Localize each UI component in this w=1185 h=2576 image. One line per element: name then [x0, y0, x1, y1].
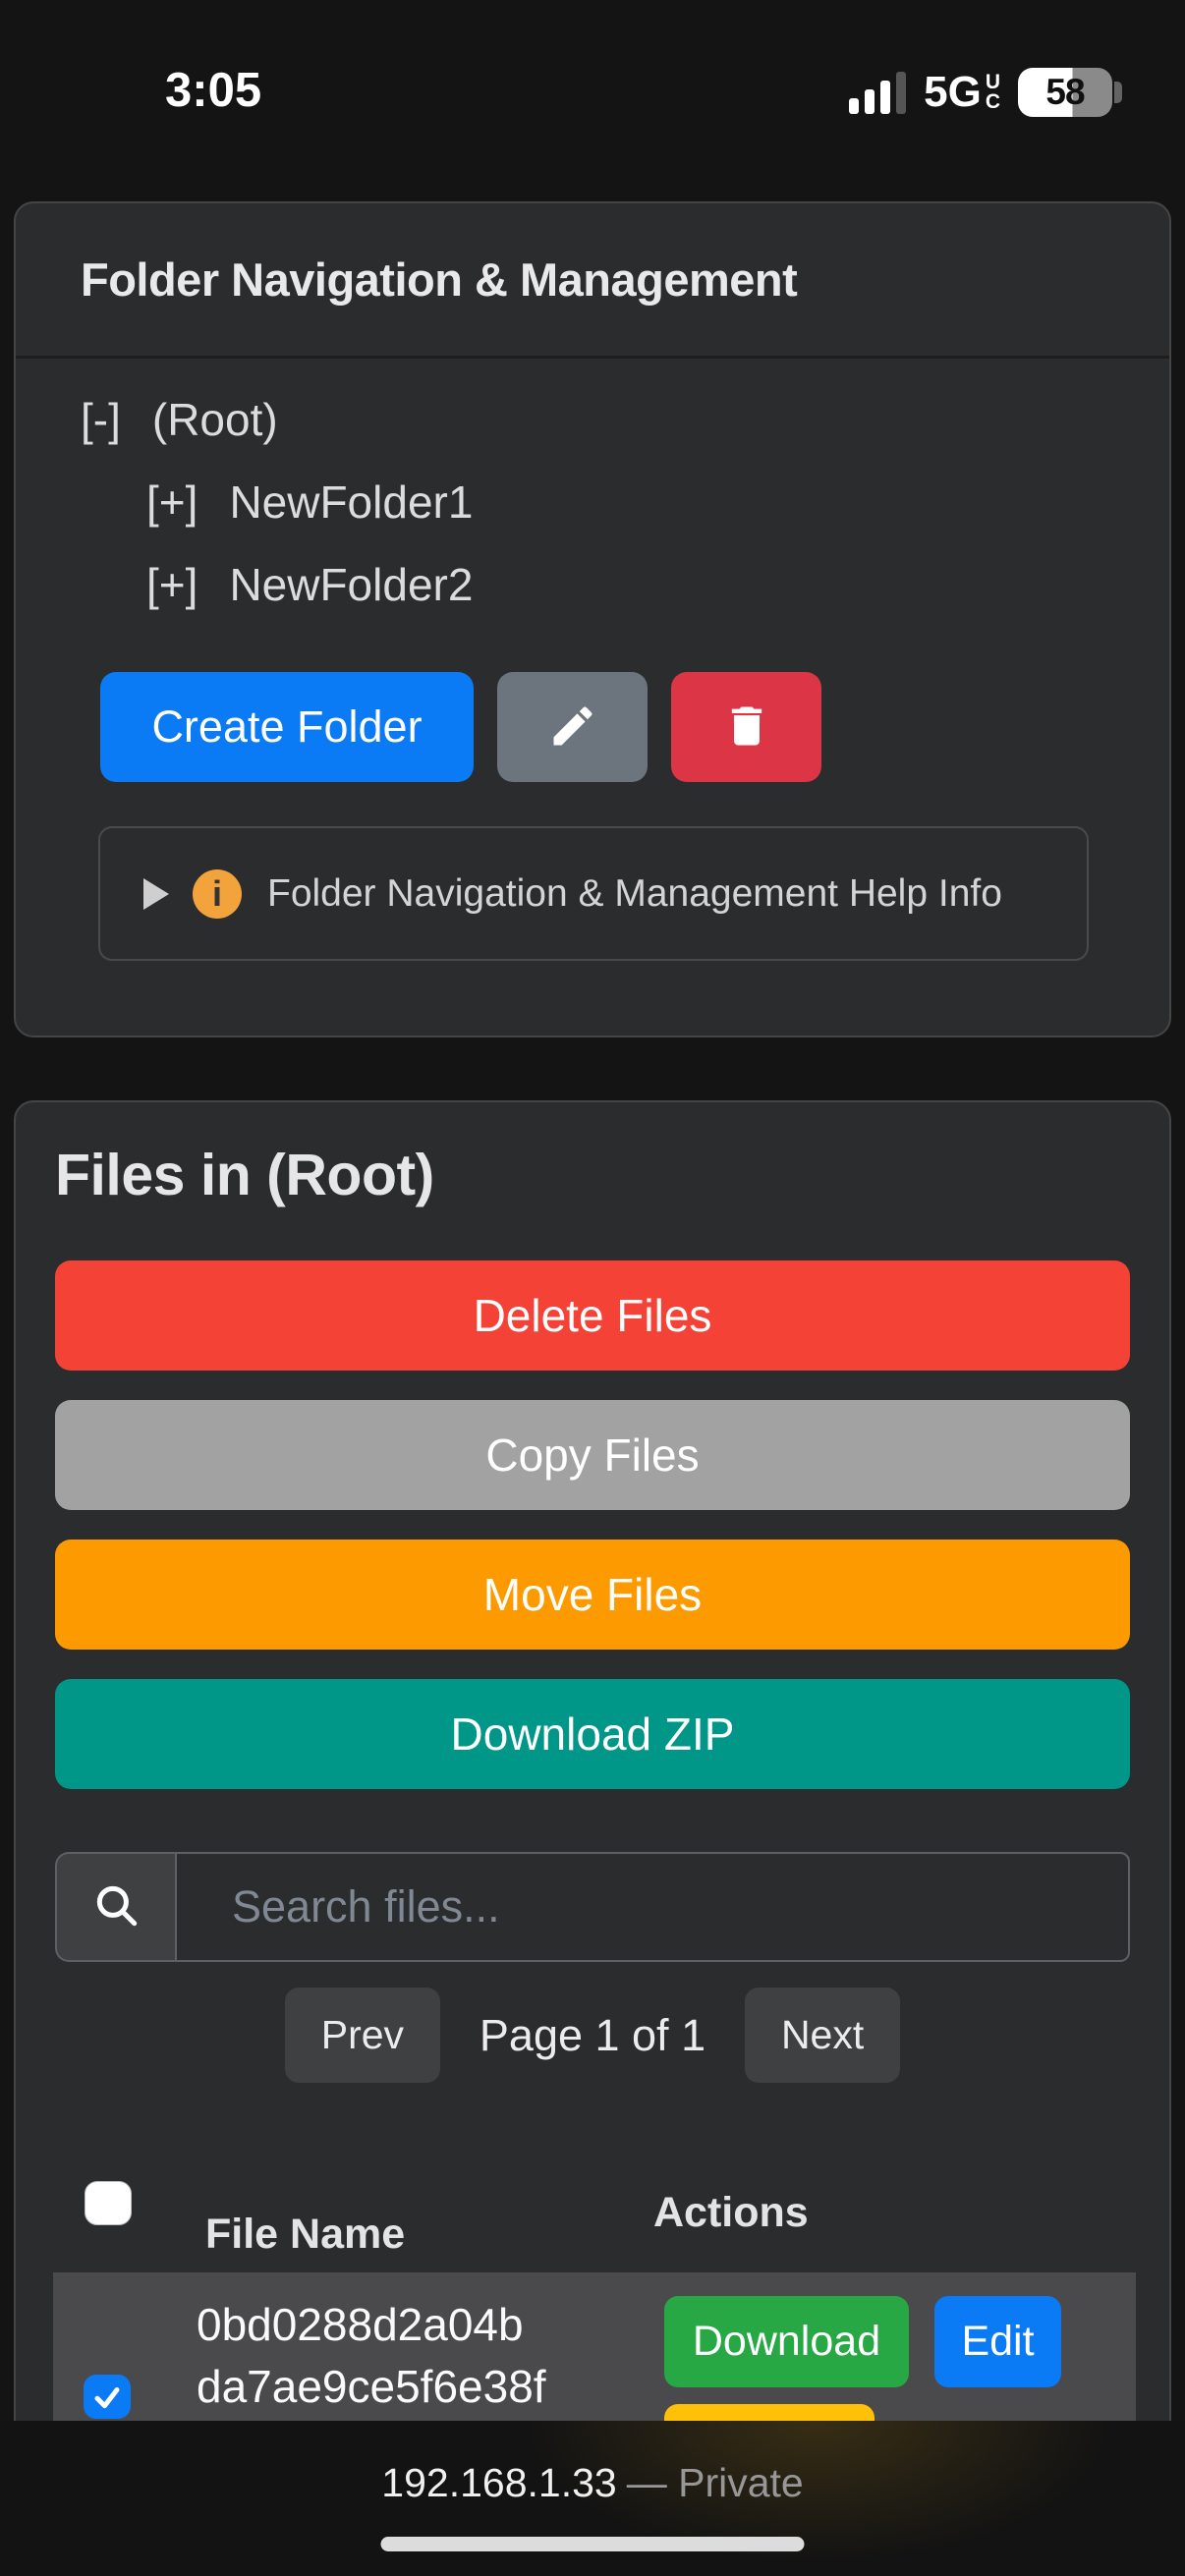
tree-item-newfolder1[interactable]: [+] NewFolder1	[146, 471, 1104, 533]
files-card: Files in (Root) Delete Files Copy Files …	[14, 1100, 1171, 2421]
browser-toolbar: 192.168.1.33— Private	[0, 2421, 1185, 2576]
network-type: 5G U C	[924, 68, 1000, 117]
tree-label-newfolder1[interactable]: NewFolder1	[229, 476, 473, 528]
network-uc-badge: U C	[986, 73, 1000, 112]
prev-page-button[interactable]: Prev	[285, 1988, 440, 2083]
table-row: 0bd0288d2a04b da7ae9ce5f6e38f Download E…	[53, 2272, 1136, 2421]
page-viewport: 3:05 5G U C 58 Folder Navigation	[0, 0, 1185, 2421]
column-header-file-name: File Name	[205, 2211, 405, 2259]
download-zip-button[interactable]: Download ZIP	[55, 1679, 1130, 1789]
tree-toggle-newfolder1[interactable]: [+]	[146, 476, 198, 528]
cellular-signal-icon	[849, 72, 906, 114]
delete-files-button[interactable]: Delete Files	[55, 1260, 1130, 1371]
tree-toggle-root[interactable]: [-]	[81, 394, 121, 445]
address-bar[interactable]: 192.168.1.33— Private	[0, 2460, 1185, 2506]
tree-label-newfolder2[interactable]: NewFolder2	[229, 559, 473, 610]
file-name-line1: 0bd0288d2a04b	[197, 2294, 668, 2356]
home-indicator[interactable]	[381, 2537, 805, 2551]
row-actions-cell: Download Edit	[664, 2296, 1061, 2421]
status-bar: 3:05 5G U C 58	[0, 0, 1185, 167]
delete-folder-button[interactable]	[671, 672, 821, 782]
folder-card-header: Folder Navigation & Management	[16, 203, 1169, 359]
pagination: Prev Page 1 of 1 Next	[55, 1988, 1130, 2083]
move-files-button[interactable]: Move Files	[55, 1540, 1130, 1650]
create-folder-button[interactable]: Create Folder	[100, 672, 474, 782]
folder-help-label: Folder Navigation & Management Help Info	[267, 872, 1002, 916]
tree-label-root[interactable]: (Root)	[152, 394, 278, 445]
triangle-right-icon	[143, 878, 169, 910]
folder-help-disclosure[interactable]: i Folder Navigation & Management Help In…	[98, 826, 1089, 961]
tree-toggle-newfolder2[interactable]: [+]	[146, 559, 198, 610]
network-5g-label: 5G	[924, 68, 982, 117]
row-checkbox[interactable]	[84, 2375, 131, 2419]
status-time: 3:05	[165, 63, 261, 118]
search-button[interactable]	[55, 1852, 175, 1962]
battery-percent: 58	[1045, 72, 1084, 113]
file-search	[55, 1852, 1130, 1962]
status-icons: 5G U C 58	[849, 65, 1122, 120]
folder-card-body: [-] (Root) [+] NewFolder1 [+] NewFolder2 Cr…	[16, 359, 1169, 961]
download-file-button[interactable]: Download	[664, 2296, 909, 2387]
battery-icon: 58	[1018, 68, 1122, 117]
bulk-actions: Delete Files Copy Files Move Files Downl…	[55, 1260, 1130, 1789]
file-name-line2: da7ae9ce5f6e38f	[197, 2356, 668, 2418]
privacy-label: — Private	[627, 2460, 804, 2505]
file-table-header: File Name Actions	[55, 2181, 1130, 2272]
tree-item-root[interactable]: [-] (Root)	[81, 388, 1104, 451]
magnifier-icon	[91, 1880, 141, 1934]
battery-nub	[1114, 82, 1122, 103]
files-card-title: Files in (Root)	[55, 1142, 1130, 1208]
folder-buttons-row: Create Folder	[100, 672, 1104, 782]
edit-file-button[interactable]: Edit	[934, 2296, 1061, 2387]
pencil-icon	[547, 700, 598, 755]
tree-item-newfolder2[interactable]: [+] NewFolder2	[146, 553, 1104, 616]
folder-navigation-card: Folder Navigation & Management [-] (Root)…	[14, 201, 1171, 1037]
search-input[interactable]	[175, 1852, 1130, 1962]
iphone-screen: 3:05 5G U C 58 Folder Navigation	[0, 0, 1185, 2576]
page-indicator: Page 1 of 1	[480, 2010, 705, 2061]
trash-icon	[721, 700, 772, 755]
next-page-button[interactable]: Next	[745, 1988, 900, 2083]
rename-folder-button[interactable]	[497, 672, 648, 782]
partial-action-button[interactable]	[664, 2404, 875, 2421]
info-icon: i	[193, 869, 242, 919]
url-host: 192.168.1.33	[381, 2460, 616, 2505]
copy-files-button[interactable]: Copy Files	[55, 1400, 1130, 1510]
file-name-cell: 0bd0288d2a04b da7ae9ce5f6e38f	[197, 2294, 668, 2418]
select-all-checkbox[interactable]	[85, 2181, 132, 2225]
folder-card-title: Folder Navigation & Management	[81, 252, 797, 307]
column-header-actions: Actions	[653, 2189, 809, 2237]
